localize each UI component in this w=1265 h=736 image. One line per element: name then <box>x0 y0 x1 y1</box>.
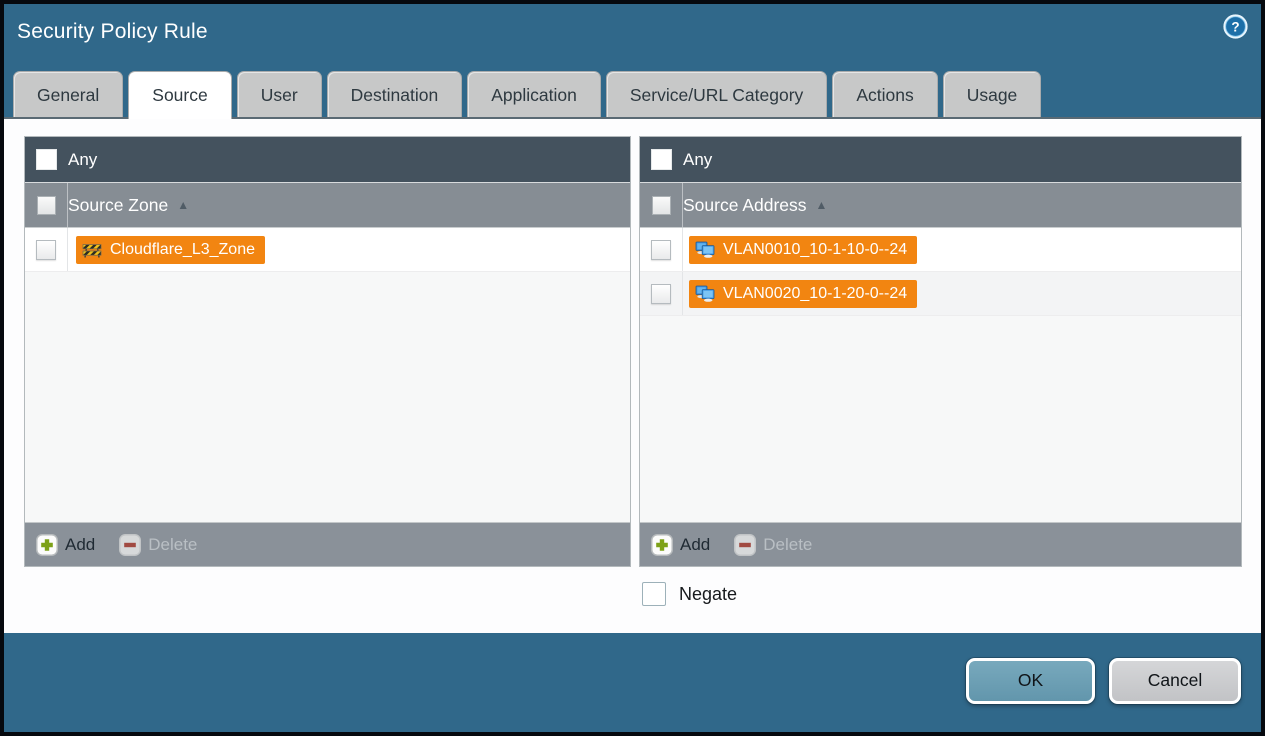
add-icon <box>651 533 673 556</box>
table-row: VLAN0020_10-1-20-0--24 <box>640 272 1241 316</box>
source-zone-selectall-checkbox[interactable] <box>36 195 56 215</box>
source-zone-column-label: Source Zone <box>68 194 169 215</box>
address-icon <box>695 241 715 258</box>
tab-general[interactable]: General <box>13 71 124 117</box>
address-object-chip[interactable]: VLAN0010_10-1-10-0--24 <box>689 235 918 264</box>
source-address-any-bar: Any <box>640 137 1241 183</box>
checkbox-cell <box>640 272 683 315</box>
source-address-panel: Any Source Address ▲ VLAN0010_10-1-10-0-… <box>639 136 1242 567</box>
sort-asc-icon: ▲ <box>177 198 190 212</box>
title-bar: Security Policy Rule ? <box>4 4 1261 66</box>
checkbox-cell <box>25 183 68 227</box>
source-address-any-label: Any <box>683 149 713 169</box>
negate-checkbox[interactable] <box>642 582 666 606</box>
delete-label: Delete <box>763 534 813 554</box>
negate-label: Negate <box>679 583 738 604</box>
tab-application[interactable]: Application <box>467 71 601 117</box>
source-zone-panel: Any Source Zone ▲ Cloudflare_L3_Zone Add… <box>24 136 631 567</box>
tab-bar: General Source User Destination Applicat… <box>4 66 1261 119</box>
delete-zone-button[interactable]: Delete <box>119 533 198 556</box>
row-checkbox[interactable] <box>651 283 671 304</box>
address-icon <box>695 285 715 302</box>
add-address-button[interactable]: Add <box>651 533 711 556</box>
security-policy-rule-dialog: Security Policy Rule ? General Source Us… <box>0 0 1265 736</box>
source-address-any-checkbox[interactable] <box>651 149 672 170</box>
source-address-column-header[interactable]: Source Address ▲ <box>640 183 1241 228</box>
zone-object-label: Cloudflare_L3_Zone <box>110 240 255 258</box>
negate-row: Negate <box>642 582 1246 606</box>
add-zone-button[interactable]: Add <box>36 533 96 556</box>
add-label: Add <box>65 534 96 554</box>
cancel-button[interactable]: Cancel <box>1109 657 1241 704</box>
delete-address-button[interactable]: Delete <box>734 533 813 556</box>
table-row: Cloudflare_L3_Zone <box>25 228 630 272</box>
tab-source[interactable]: Source <box>128 71 232 119</box>
checkbox-cell <box>640 228 683 271</box>
source-zone-toolbar: Add Delete <box>25 522 630 566</box>
source-zone-any-checkbox[interactable] <box>36 149 57 170</box>
tab-service-url-category[interactable]: Service/URL Category <box>605 71 828 117</box>
zone-object-chip[interactable]: Cloudflare_L3_Zone <box>76 235 265 264</box>
source-address-list: VLAN0010_10-1-10-0--24 VLAN0020_10-1-20-… <box>640 228 1241 522</box>
add-label: Add <box>680 534 711 554</box>
checkbox-cell <box>640 183 683 227</box>
tab-user[interactable]: User <box>236 71 322 117</box>
svg-text:?: ? <box>1231 19 1239 34</box>
panels: Any Source Zone ▲ Cloudflare_L3_Zone Add… <box>24 136 1246 567</box>
add-icon <box>36 533 58 556</box>
help-icon[interactable]: ? <box>1222 13 1249 40</box>
sort-asc-icon: ▲ <box>815 198 828 212</box>
checkbox-cell <box>25 228 68 271</box>
checkbox-cell <box>25 137 68 182</box>
tab-usage[interactable]: Usage <box>942 71 1042 117</box>
source-tab-content: Any Source Zone ▲ Cloudflare_L3_Zone Add… <box>4 117 1261 633</box>
checkbox-cell <box>640 137 683 182</box>
address-object-chip[interactable]: VLAN0020_10-1-20-0--24 <box>689 279 918 308</box>
source-address-column-label: Source Address <box>683 194 807 215</box>
row-checkbox[interactable] <box>651 239 671 260</box>
address-object-label: VLAN0020_10-1-20-0--24 <box>723 284 908 302</box>
row-checkbox[interactable] <box>36 239 56 260</box>
source-address-selectall-checkbox[interactable] <box>651 195 671 215</box>
source-zone-any-bar: Any <box>25 137 630 183</box>
delete-icon <box>119 533 142 556</box>
source-zone-column-header[interactable]: Source Zone ▲ <box>25 183 630 228</box>
delete-icon <box>734 533 757 556</box>
table-row: VLAN0010_10-1-10-0--24 <box>640 228 1241 272</box>
dialog-footer: OK Cancel <box>4 633 1261 732</box>
source-zone-any-label: Any <box>68 149 98 169</box>
dialog-title: Security Policy Rule <box>17 20 208 43</box>
delete-label: Delete <box>148 534 198 554</box>
tab-destination[interactable]: Destination <box>326 71 463 117</box>
address-object-label: VLAN0010_10-1-10-0--24 <box>723 240 908 258</box>
source-address-toolbar: Add Delete <box>640 522 1241 566</box>
tab-actions[interactable]: Actions <box>832 71 938 117</box>
zone-icon <box>82 243 102 258</box>
ok-button[interactable]: OK <box>966 657 1095 704</box>
source-zone-list: Cloudflare_L3_Zone <box>25 228 630 522</box>
